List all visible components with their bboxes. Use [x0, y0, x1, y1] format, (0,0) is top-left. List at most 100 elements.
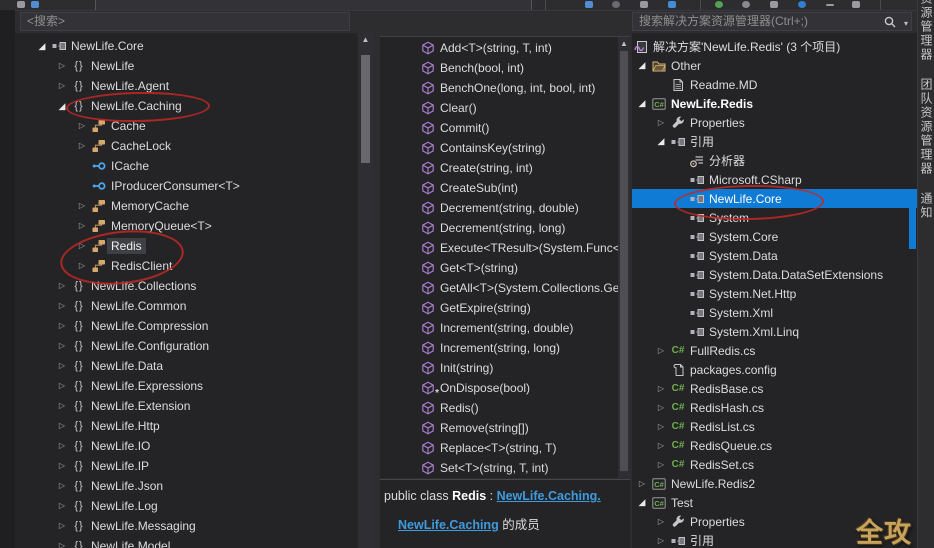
expander-collapsed-icon[interactable]: ▷	[53, 282, 71, 290]
expander-collapsed-icon[interactable]: ▷	[53, 442, 71, 450]
solution-item-System.Xml.Linq[interactable]: System.Xml.Linq	[632, 322, 917, 341]
solution-item-Test[interactable]: ◢C#Test	[632, 493, 917, 512]
expander-collapsed-icon[interactable]: ▷	[73, 122, 91, 130]
class-view-item-NewLife.IP[interactable]: ▷{}NewLife.IP	[15, 456, 360, 476]
toolbar-icon-stub[interactable]	[640, 1, 648, 8]
class-view-item-NewLife.Log[interactable]: ▷{}NewLife.Log	[15, 496, 360, 516]
toolbar-icon-stub[interactable]	[798, 1, 806, 8]
member-item-Clear()[interactable]: Clear()	[380, 98, 630, 118]
toolbar-icon-stub[interactable]	[612, 1, 620, 8]
class-view-item-NewLife[interactable]: ▷{}NewLife	[15, 56, 360, 76]
member-item-Increment(string,-double)[interactable]: Increment(string, double)	[380, 318, 630, 338]
expander-collapsed-icon[interactable]: ▷	[652, 442, 670, 450]
toolbar-icon-stub[interactable]	[852, 1, 860, 8]
toolbar-icon-stub[interactable]	[585, 1, 593, 8]
solution-item-RedisHash.cs[interactable]: ▷C#RedisHash.cs	[632, 398, 917, 417]
namespace-link[interactable]: NewLife.Caching	[398, 518, 499, 532]
class-view-item-NewLife.Data[interactable]: ▷{}NewLife.Data	[15, 356, 360, 376]
class-view-search-input[interactable]: <搜索>	[20, 12, 350, 31]
solution-item-解决方案'NewLife.Redis'-(3-个项目)[interactable]: 解决方案'NewLife.Redis' (3 个项目)	[632, 37, 917, 56]
class-view-item-NewLife.Expressions[interactable]: ▷{}NewLife.Expressions	[15, 376, 360, 396]
expander-collapsed-icon[interactable]: ▷	[53, 342, 71, 350]
member-item-Create(string,-int)[interactable]: Create(string, int)	[380, 158, 630, 178]
member-item-Add<T>(string,-T,-int)[interactable]: Add<T>(string, T, int)	[380, 38, 630, 58]
expander-collapsed-icon[interactable]: ▷	[53, 522, 71, 530]
class-view-item-MemoryQueue<T>[interactable]: ▷MemoryQueue<T>	[15, 216, 360, 236]
scrollbar-up-arrow-icon[interactable]: ▲	[618, 39, 630, 48]
expander-collapsed-icon[interactable]: ▷	[53, 302, 71, 310]
solution-item-Properties[interactable]: ▷Properties	[632, 113, 917, 132]
solution-item-引用[interactable]: ◢引用	[632, 132, 917, 151]
class-view-item-MemoryCache[interactable]: ▷MemoryCache	[15, 196, 360, 216]
member-item-GetExpire(string)[interactable]: GetExpire(string)	[380, 298, 630, 318]
expander-collapsed-icon[interactable]: ▷	[652, 119, 670, 127]
solution-item-RedisList.cs[interactable]: ▷C#RedisList.cs	[632, 417, 917, 436]
member-item-Redis()[interactable]: Redis()	[380, 398, 630, 418]
scrollbar-up-arrow-icon[interactable]: ▲	[358, 35, 373, 44]
expander-expanded-icon[interactable]: ◢	[633, 498, 651, 507]
members-scrollbar[interactable]: ▲	[618, 37, 630, 478]
browse-scope-combobox[interactable]	[95, 0, 532, 11]
toolbar-sync-icon[interactable]	[668, 1, 676, 8]
member-item-OnDispose(bool)[interactable]: *OnDispose(bool)	[380, 378, 630, 398]
member-item-GetAll<T>(System.Collections.Gene[interactable]: GetAll<T>(System.Collections.Gene	[380, 278, 630, 298]
toolbar-refresh-icon[interactable]	[742, 1, 750, 8]
expander-collapsed-icon[interactable]: ▷	[53, 322, 71, 330]
member-item-ContainsKey(string)[interactable]: ContainsKey(string)	[380, 138, 630, 158]
expander-collapsed-icon[interactable]: ▷	[53, 402, 71, 410]
member-item-Replace<T>(string,-T)[interactable]: Replace<T>(string, T)	[380, 438, 630, 458]
class-view-item-NewLife.IO[interactable]: ▷{}NewLife.IO	[15, 436, 360, 456]
expander-collapsed-icon[interactable]: ▷	[53, 62, 71, 70]
expander-collapsed-icon[interactable]: ▷	[73, 142, 91, 150]
solution-item-System.Core[interactable]: System.Core	[632, 227, 917, 246]
solution-explorer-scrollbar-thumb[interactable]	[909, 191, 916, 249]
class-view-item-NewLife.Configuration[interactable]: ▷{}NewLife.Configuration	[15, 336, 360, 356]
expander-collapsed-icon[interactable]: ▷	[652, 385, 670, 393]
expander-collapsed-icon[interactable]: ▷	[652, 537, 670, 545]
member-item-Bench(bool,-int)[interactable]: Bench(bool, int)	[380, 58, 630, 78]
class-view-item-NewLife.Common[interactable]: ▷{}NewLife.Common	[15, 296, 360, 316]
class-view-item-NewLife.Model[interactable]: ▷{}NewLife.Model	[15, 536, 360, 548]
member-item-Remove(string[])[interactable]: Remove(string[])	[380, 418, 630, 438]
class-view-item-NewLife.Http[interactable]: ▷{}NewLife.Http	[15, 416, 360, 436]
expander-collapsed-icon[interactable]: ▷	[633, 480, 651, 488]
toolbar-icon-stub[interactable]	[715, 1, 723, 8]
member-item-Decrement(string,-double)[interactable]: Decrement(string, double)	[380, 198, 630, 218]
class-view-item-IProducerConsumer<T>[interactable]: IProducerConsumer<T>	[15, 176, 360, 196]
search-options-caret-icon[interactable]: ▾	[904, 15, 908, 31]
expander-expanded-icon[interactable]: ◢	[633, 61, 651, 70]
expander-collapsed-icon[interactable]: ▷	[73, 222, 91, 230]
expander-collapsed-icon[interactable]: ▷	[53, 482, 71, 490]
solution-item-NewLife.Redis2[interactable]: ▷C#NewLife.Redis2	[632, 474, 917, 493]
expander-collapsed-icon[interactable]: ▷	[53, 382, 71, 390]
toolbar-icon-stub[interactable]	[17, 1, 25, 8]
solution-item-Other[interactable]: ◢Other	[632, 56, 917, 75]
member-item-Set<T>(string,-T,-int)[interactable]: Set<T>(string, T, int)	[380, 458, 630, 478]
solution-item-RedisSet.cs[interactable]: ▷C#RedisSet.cs	[632, 455, 917, 474]
toolbar-collapse-icon[interactable]	[826, 4, 834, 6]
toolbar-icon-stub[interactable]	[31, 1, 39, 8]
expander-collapsed-icon[interactable]: ▷	[53, 422, 71, 430]
class-view-item-Cache[interactable]: ▷Cache	[15, 116, 360, 136]
expander-collapsed-icon[interactable]: ▷	[73, 202, 91, 210]
member-item-Decrement(string,-long)[interactable]: Decrement(string, long)	[380, 218, 630, 238]
solution-item-RedisBase.cs[interactable]: ▷C#RedisBase.cs	[632, 379, 917, 398]
class-view-item-NewLife.Collections[interactable]: ▷{}NewLife.Collections	[15, 276, 360, 296]
solution-item-System.Data[interactable]: System.Data	[632, 246, 917, 265]
solution-item-packages.config[interactable]: packages.config	[632, 360, 917, 379]
tab-notifications[interactable]: 通知	[918, 192, 934, 220]
solution-item-NewLife.Redis[interactable]: ◢C#NewLife.Redis	[632, 94, 917, 113]
expander-collapsed-icon[interactable]: ▷	[652, 404, 670, 412]
class-view-item-NewLife.Agent[interactable]: ▷{}NewLife.Agent	[15, 76, 360, 96]
member-item-CreateSub(int)[interactable]: CreateSub(int)	[380, 178, 630, 198]
solution-item-RedisQueue.cs[interactable]: ▷C#RedisQueue.cs	[632, 436, 917, 455]
solution-item-FullRedis.cs[interactable]: ▷C#FullRedis.cs	[632, 341, 917, 360]
class-view-item-NewLife.Core[interactable]: ◢NewLife.Core	[15, 36, 360, 56]
scrollbar-thumb[interactable]	[620, 51, 628, 471]
search-icon[interactable]	[883, 15, 897, 31]
scrollbar-thumb[interactable]	[361, 55, 370, 163]
member-item-Get<T>(string)[interactable]: Get<T>(string)	[380, 258, 630, 278]
tab-team-explorer[interactable]: 团队资源管理器	[918, 78, 934, 176]
class-view-item-NewLife.Extension[interactable]: ▷{}NewLife.Extension	[15, 396, 360, 416]
expander-collapsed-icon[interactable]: ▷	[53, 542, 71, 548]
